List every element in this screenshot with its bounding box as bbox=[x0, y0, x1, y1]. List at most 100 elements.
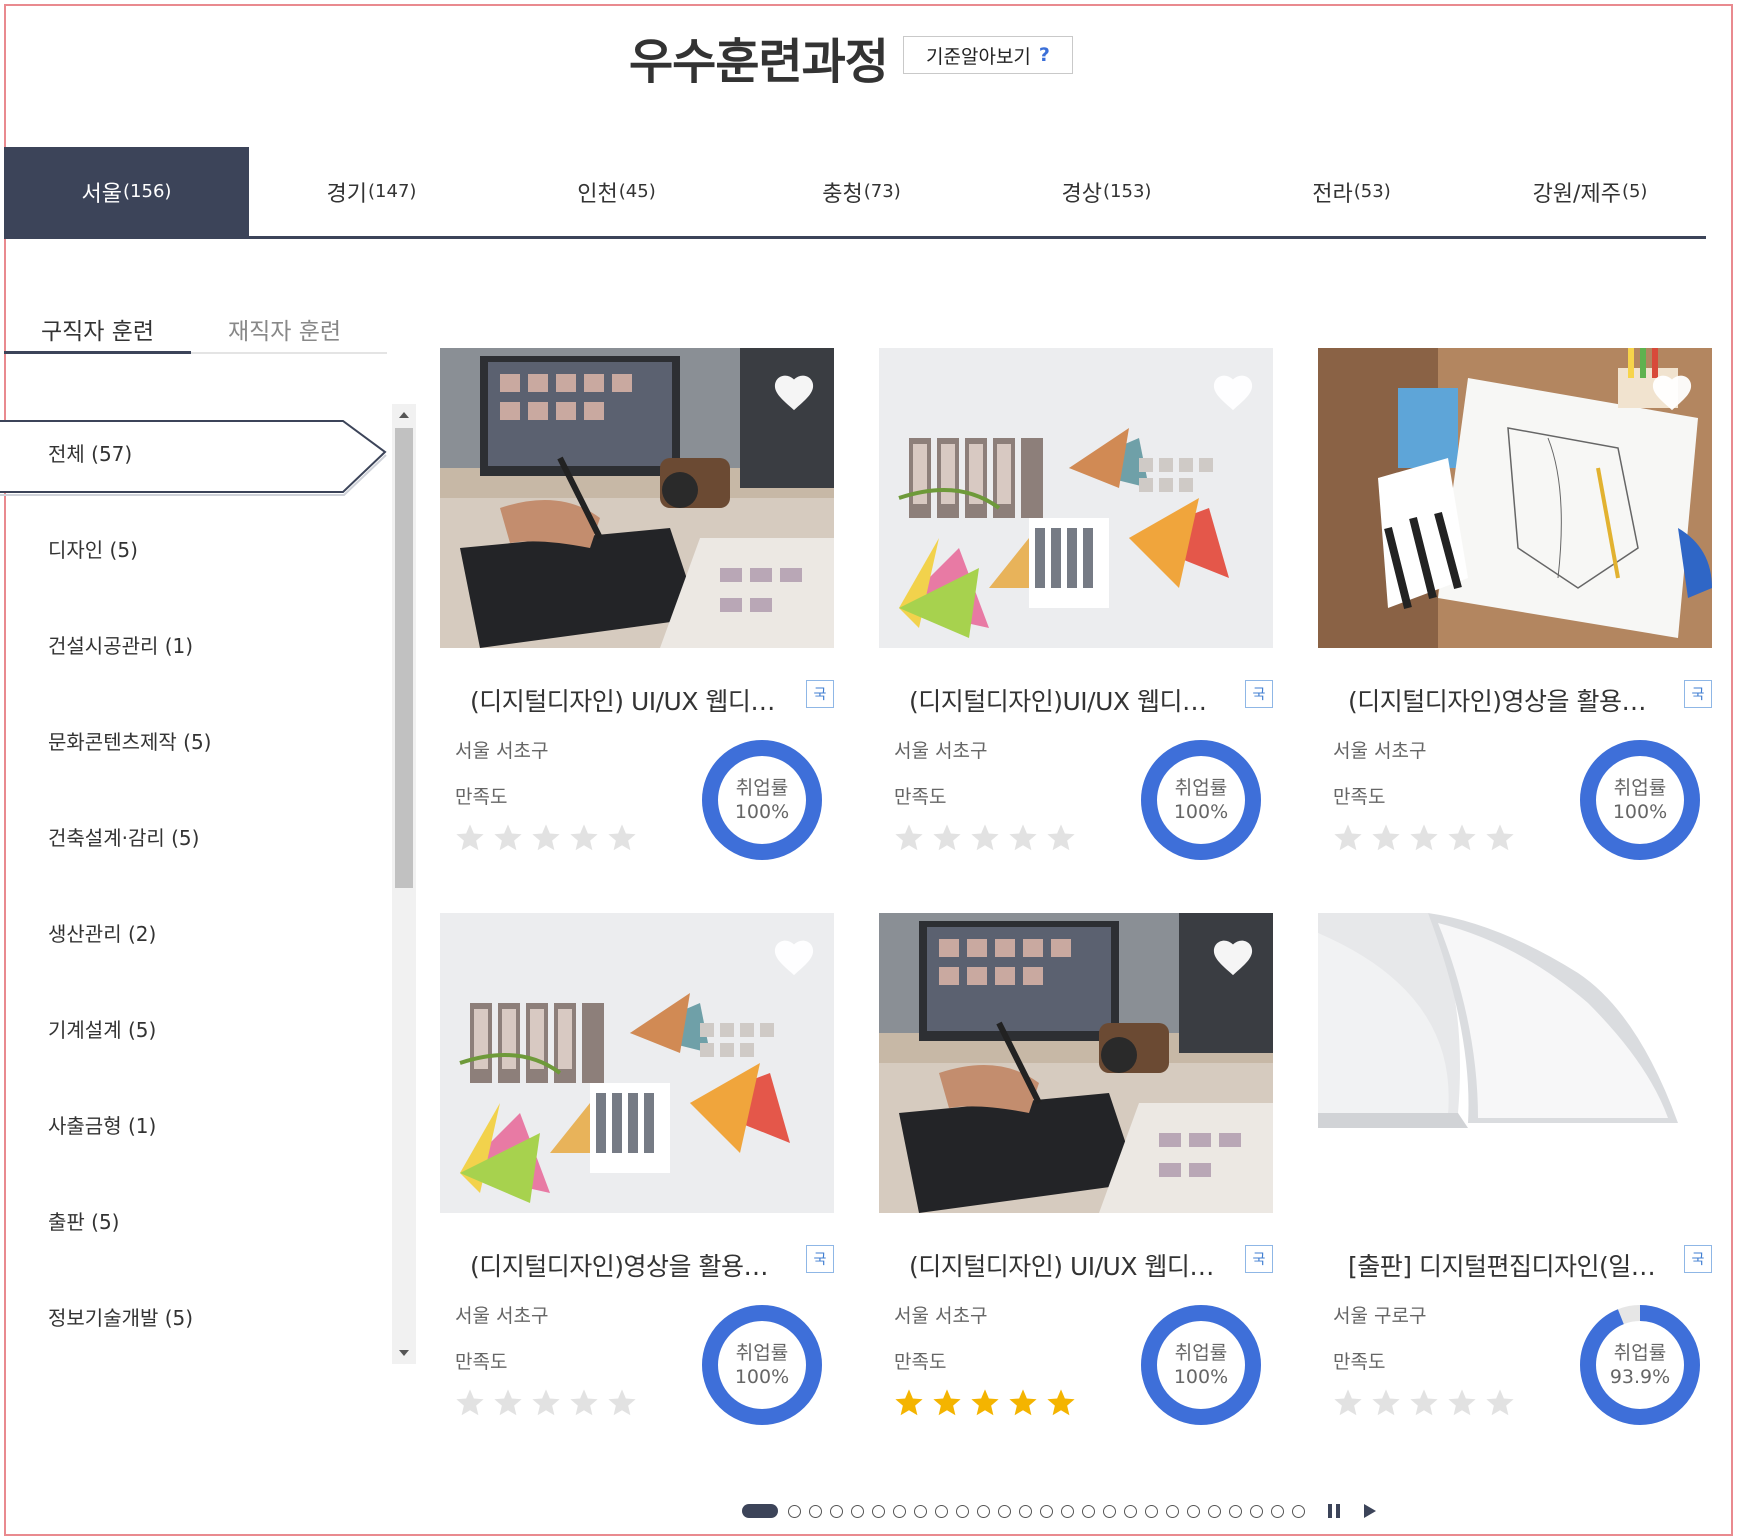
category-item[interactable]: 기계설계 (5) bbox=[0, 980, 390, 1076]
course-card[interactable]: (디지털디자인) UI/UX 웹디자인 실무자 양성과정 국서울 서초구만족도 취업… bbox=[879, 913, 1273, 1453]
pagination-dot[interactable] bbox=[977, 1504, 990, 1518]
pagination-dot[interactable] bbox=[1145, 1504, 1158, 1518]
category-item[interactable]: 디자인 (5) bbox=[0, 500, 390, 596]
criteria-button[interactable]: 기준알아보기 ? bbox=[903, 36, 1073, 74]
category-item[interactable]: 문화콘텐츠제작 (5) bbox=[0, 692, 390, 788]
category-list: 전체 (57) 디자인 (5) 건설시공관리 (1) 문화콘텐츠제작 (5) 건축설계·… bbox=[0, 404, 390, 1364]
satisfaction-label: 만족도 bbox=[894, 1351, 947, 1373]
pause-icon[interactable] bbox=[1323, 1501, 1345, 1521]
course-card[interactable]: (디지털디자인)UI/UX 웹디자인 반응형 웹 실무 국서울 서초구만족도 취업률… bbox=[879, 348, 1273, 888]
pagination-dot-active[interactable] bbox=[742, 1504, 778, 1518]
category-item[interactable]: 건설시공관리 (1) bbox=[0, 596, 390, 692]
category-label: 건설시공관리 (1) bbox=[48, 633, 194, 658]
star-icon bbox=[454, 1387, 486, 1423]
region-tab[interactable]: 전라 (53) bbox=[1229, 147, 1474, 236]
pagination-dot[interactable] bbox=[1271, 1504, 1284, 1518]
star-icon bbox=[492, 1387, 524, 1423]
open-book-photo[interactable] bbox=[1318, 913, 1712, 1213]
pagination-dot[interactable] bbox=[872, 1504, 885, 1518]
pagination-dot[interactable] bbox=[1166, 1504, 1179, 1518]
category-item[interactable]: 사출금형 (1) bbox=[0, 1076, 390, 1172]
region-tab[interactable]: 충청 (73) bbox=[739, 147, 984, 236]
heart-icon[interactable] bbox=[1650, 937, 1694, 977]
national-badge: 국 bbox=[1245, 1245, 1273, 1273]
pagination-dot[interactable] bbox=[1292, 1504, 1305, 1518]
course-card[interactable]: (디지털디자인) UI/UX 웹디자인 실무자 양성과정 국서울 서초구만족도 취업… bbox=[440, 348, 834, 888]
national-badge: 국 bbox=[1245, 680, 1273, 708]
region-tab[interactable]: 서울 (156) bbox=[4, 147, 249, 236]
pagination-dot[interactable] bbox=[788, 1504, 801, 1518]
heart-icon[interactable] bbox=[772, 372, 816, 412]
pagination-dot[interactable] bbox=[851, 1504, 864, 1518]
region-tab[interactable]: 강원/제주 (5) bbox=[1474, 147, 1706, 236]
pagination-dot[interactable] bbox=[956, 1504, 969, 1518]
category-item[interactable]: 정보기술개발 (5) bbox=[0, 1268, 390, 1364]
pattern-drawing-photo[interactable] bbox=[1318, 348, 1712, 648]
star-icon bbox=[492, 822, 524, 858]
pagination-dot[interactable] bbox=[1082, 1504, 1095, 1518]
star-icon bbox=[931, 822, 963, 858]
pagination-dot[interactable] bbox=[1208, 1504, 1221, 1518]
region-tab[interactable]: 인천 (45) bbox=[494, 147, 739, 236]
pagination-dot[interactable] bbox=[893, 1504, 906, 1518]
category-label: 사출금형 (1) bbox=[48, 1113, 157, 1138]
course-title[interactable]: (디지털디자인)영상을 활용한 광고디자인 실무 bbox=[470, 1247, 790, 1283]
course-location: 서울 서초구 bbox=[455, 1305, 549, 1327]
category-item[interactable]: 생산관리 (2) bbox=[0, 884, 390, 980]
scroll-up-arrow-icon[interactable] bbox=[392, 404, 416, 426]
designer-tablet-photo[interactable] bbox=[440, 348, 834, 648]
course-title[interactable]: (디지털디자인) UI/UX 웹디자인 실무자 양성과정 bbox=[909, 1247, 1229, 1283]
course-title[interactable]: (디지털디자인)영상을 활용한 패션디자인 실무 bbox=[1348, 682, 1668, 718]
pagination-dot[interactable] bbox=[1103, 1504, 1116, 1518]
pagination-dot[interactable] bbox=[935, 1504, 948, 1518]
pagination-dot[interactable] bbox=[914, 1504, 927, 1518]
scrollbar-thumb[interactable] bbox=[395, 428, 413, 888]
heart-icon[interactable] bbox=[1650, 372, 1694, 412]
pagination-dot[interactable] bbox=[1187, 1504, 1200, 1518]
course-title[interactable]: [출판] 디지털편집디자인(일러스트,인디자인) bbox=[1348, 1247, 1668, 1283]
region-tab[interactable]: 경기 (147) bbox=[249, 147, 494, 236]
star-icon bbox=[530, 822, 562, 858]
course-title[interactable]: (디지털디자인)UI/UX 웹디자인 반응형 웹 실무 bbox=[909, 682, 1229, 718]
training-type-tab[interactable]: 구직자 훈련 bbox=[4, 306, 191, 354]
pagination-dot[interactable] bbox=[830, 1504, 843, 1518]
employment-rate-value: 100% bbox=[1612, 801, 1668, 823]
pagination-dot[interactable] bbox=[1061, 1504, 1074, 1518]
category-item[interactable]: 전체 (57) bbox=[0, 404, 390, 500]
pagination-dot[interactable] bbox=[1019, 1504, 1032, 1518]
pagination-dot[interactable] bbox=[998, 1504, 1011, 1518]
course-card[interactable]: [출판] 디지털편집디자인(일러스트,인디자인) 국서울 구로구만족도 취업률93.… bbox=[1318, 913, 1712, 1453]
category-item[interactable]: 출판 (5) bbox=[0, 1172, 390, 1268]
pagination-dot[interactable] bbox=[1040, 1504, 1053, 1518]
scroll-down-arrow-icon[interactable] bbox=[392, 1342, 416, 1364]
criteria-button-label: 기준알아보기 bbox=[926, 45, 1031, 68]
category-item[interactable]: 건축설계·감리 (5) bbox=[0, 788, 390, 884]
course-title[interactable]: (디지털디자인) UI/UX 웹디자인 실무자 양성과정 bbox=[470, 682, 790, 718]
heart-icon[interactable] bbox=[1211, 937, 1255, 977]
play-icon[interactable] bbox=[1359, 1501, 1381, 1521]
course-card[interactable]: (디지털디자인)영상을 활용한 패션디자인 실무 국서울 서초구만족도 취업률100… bbox=[1318, 348, 1712, 888]
region-tab-count: (45) bbox=[618, 181, 656, 202]
course-location: 서울 서초구 bbox=[455, 740, 549, 762]
employment-rate-label: 취업률 bbox=[1174, 777, 1228, 799]
color-swatches-photo[interactable] bbox=[440, 913, 834, 1213]
pagination-dot[interactable] bbox=[1229, 1504, 1242, 1518]
designer-tablet-photo[interactable] bbox=[879, 913, 1273, 1213]
region-tab[interactable]: 경상 (153) bbox=[984, 147, 1229, 236]
star-icon bbox=[1446, 1387, 1478, 1423]
course-card[interactable]: (디지털디자인)영상을 활용한 광고디자인 실무 국서울 서초구만족도 취업률100… bbox=[440, 913, 834, 1453]
star-icon bbox=[1332, 1387, 1364, 1423]
employment-rate-value: 100% bbox=[1173, 1366, 1229, 1388]
category-scrollbar[interactable] bbox=[392, 404, 416, 1364]
color-swatches-photo[interactable] bbox=[879, 348, 1273, 648]
star-rating bbox=[893, 822, 1077, 858]
star-icon bbox=[1370, 822, 1402, 858]
pagination-dot[interactable] bbox=[809, 1504, 822, 1518]
pagination-dot[interactable] bbox=[1250, 1504, 1263, 1518]
pagination-dot[interactable] bbox=[1124, 1504, 1137, 1518]
region-tab-label: 전라 bbox=[1312, 181, 1353, 207]
heart-icon[interactable] bbox=[772, 937, 816, 977]
training-type-tab[interactable]: 재직자 훈련 bbox=[191, 306, 378, 352]
heart-icon[interactable] bbox=[1211, 372, 1255, 412]
satisfaction-label: 만족도 bbox=[1333, 1351, 1386, 1373]
